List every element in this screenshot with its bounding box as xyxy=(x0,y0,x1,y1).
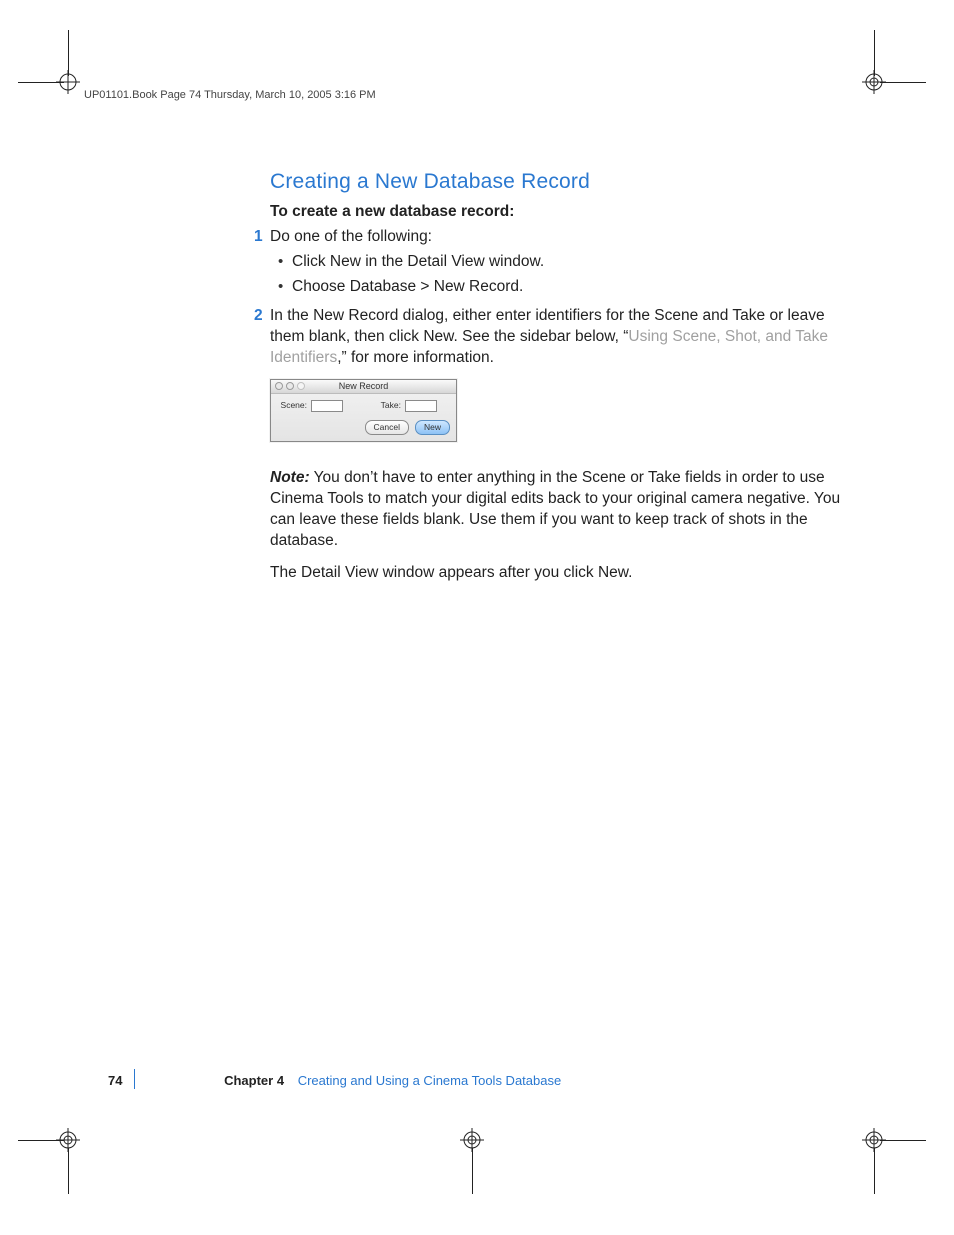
page-footer: 74 Chapter 4 Creating and Using a Cinema… xyxy=(108,1072,848,1090)
new-record-dialog: New Record Scene: Take: Cancel New xyxy=(270,379,457,442)
note-paragraph: Note: You don’t have to enter anything i… xyxy=(270,468,850,552)
chapter-title: Creating and Using a Cinema Tools Databa… xyxy=(298,1073,562,1088)
crop-line xyxy=(874,30,875,76)
section-heading: Creating a New Database Record xyxy=(270,168,850,196)
note-text: You don’t have to enter anything in the … xyxy=(270,469,840,549)
cancel-button[interactable]: Cancel xyxy=(365,420,409,435)
main-content: Creating a New Database Record To create… xyxy=(270,168,850,596)
dialog-titlebar: New Record xyxy=(271,380,456,394)
document-page: UP01101.Book Page 74 Thursday, March 10,… xyxy=(0,0,954,1235)
note-label: Note: xyxy=(270,469,310,486)
close-icon[interactable] xyxy=(275,382,283,390)
step-2: 2 In the New Record dialog, either enter… xyxy=(270,306,850,369)
take-label: Take: xyxy=(373,400,401,411)
step-1: 1 Do one of the following: Click New in … xyxy=(270,227,850,298)
step-text: Do one of the following: xyxy=(270,228,432,245)
scene-label: Scene: xyxy=(279,400,307,411)
crop-line xyxy=(18,1140,64,1141)
take-input[interactable] xyxy=(405,400,437,412)
procedure-lead: To create a new database record: xyxy=(270,202,850,223)
dialog-title: New Record xyxy=(339,381,389,391)
crop-line xyxy=(68,1148,69,1194)
dialog-button-row: Cancel New xyxy=(271,420,456,441)
crop-line xyxy=(874,1148,875,1194)
minimize-icon[interactable] xyxy=(286,382,294,390)
crop-line xyxy=(880,82,926,83)
step-1-options: Click New in the Detail View window. Cho… xyxy=(270,252,850,298)
dialog-body: Scene: Take: xyxy=(271,394,456,420)
scene-input[interactable] xyxy=(311,400,343,412)
crop-line xyxy=(18,82,64,83)
closing-paragraph: The Detail View window appears after you… xyxy=(270,563,850,584)
step-text-post: ,” for more information. xyxy=(337,349,494,366)
crop-line xyxy=(880,1140,926,1141)
bullet-item: Choose Database > New Record. xyxy=(292,277,850,298)
crop-line xyxy=(472,1148,473,1194)
dialog-fields-row: Scene: Take: xyxy=(279,400,448,412)
step-number: 1 xyxy=(254,227,263,248)
step-number: 2 xyxy=(254,306,263,327)
chapter-label: Chapter 4 xyxy=(224,1073,284,1088)
bullet-item: Click New in the Detail View window. xyxy=(292,252,850,273)
zoom-icon xyxy=(297,382,305,390)
new-button[interactable]: New xyxy=(415,420,450,435)
crop-line xyxy=(68,30,69,76)
page-number: 74 xyxy=(108,1073,122,1088)
running-header: UP01101.Book Page 74 Thursday, March 10,… xyxy=(84,88,376,103)
